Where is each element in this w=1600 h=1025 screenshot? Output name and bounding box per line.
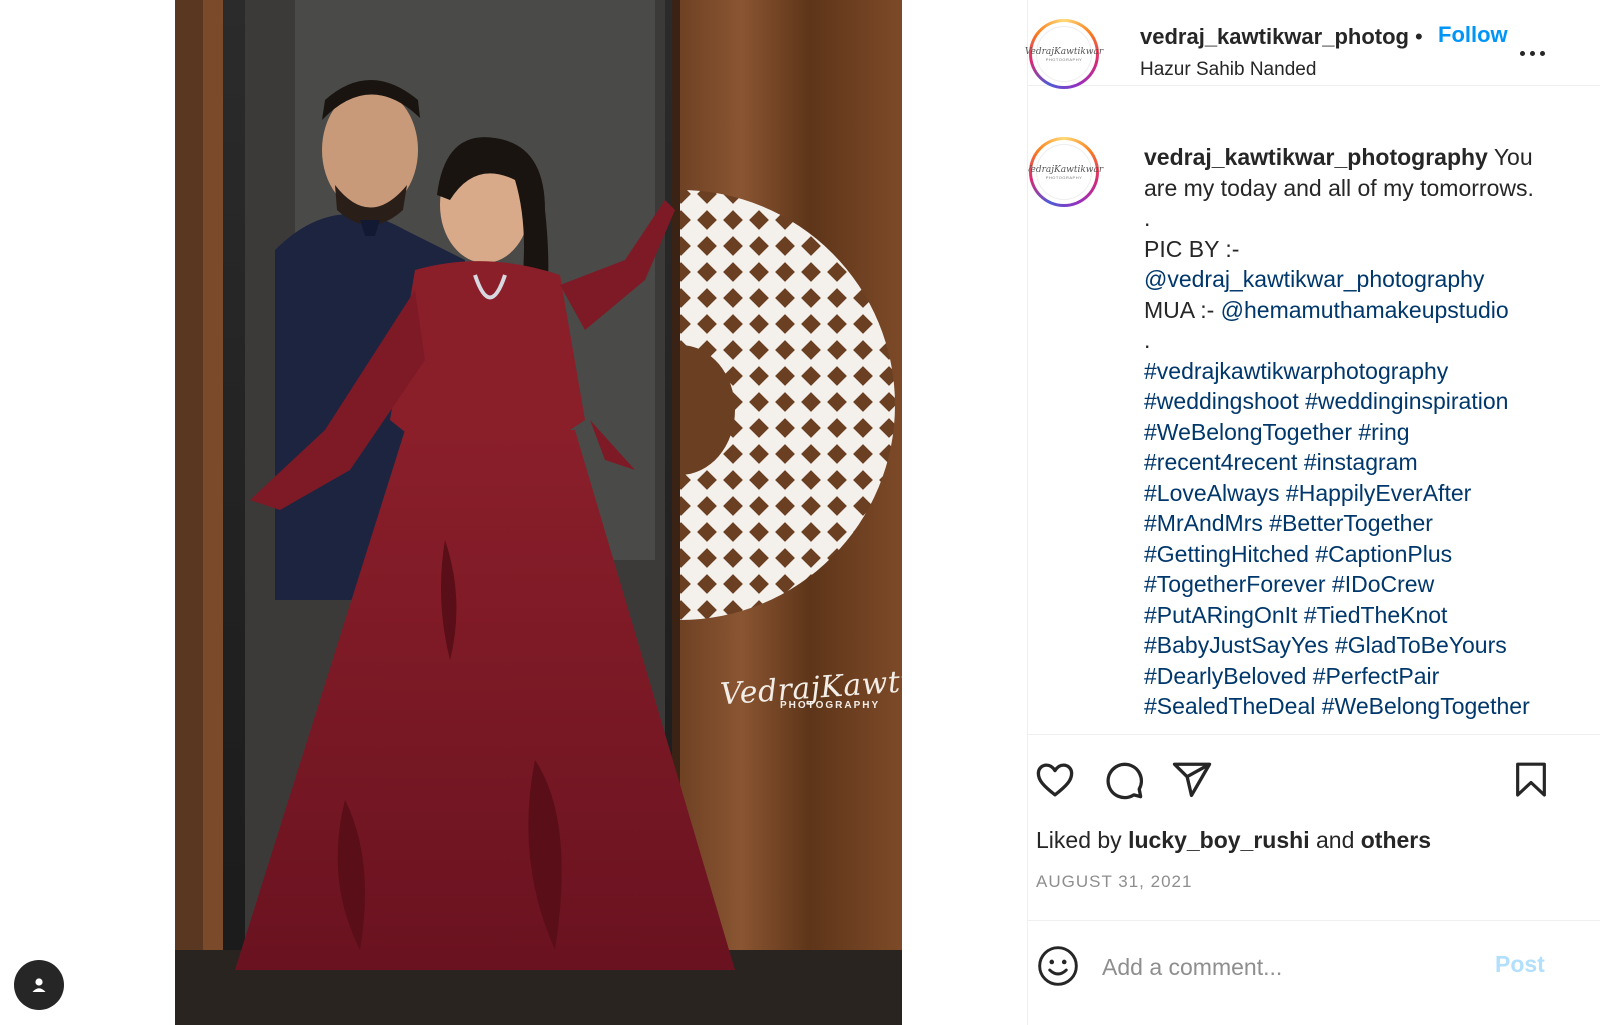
- more-options-button[interactable]: [1514, 40, 1550, 66]
- more-dot-icon: [1529, 50, 1535, 56]
- hashtag-line: #WeBelongTogether #ring: [1144, 417, 1574, 448]
- liked-prefix: Liked by: [1036, 827, 1129, 853]
- caption-mua-label: MUA :-: [1144, 296, 1221, 323]
- hashtag-link[interactable]: #IDoCrew: [1332, 571, 1434, 597]
- hashtag-link[interactable]: #PerfectPair: [1313, 663, 1440, 689]
- avatar-logo-sub: PHOTOGRAPHY: [1045, 56, 1083, 62]
- hashtag-line: #weddingshoot #weddinginspiration: [1144, 386, 1574, 417]
- hashtag-line: #GettingHitched #CaptionPlus: [1144, 539, 1574, 570]
- author-username-link[interactable]: vedraj_kawtikwar_photography: [1140, 24, 1408, 50]
- hashtag-line: #LoveAlways #HappilyEverAfter: [1144, 478, 1574, 509]
- comment-bar: Post: [1028, 920, 1600, 1025]
- hashtag-link[interactable]: #WeBelongTogether: [1322, 693, 1530, 719]
- avatar-logo-text: VedrajKawtikwar: [1028, 164, 1104, 175]
- caption-dot: .: [1144, 205, 1151, 231]
- post-side-panel: VedrajKawtikwar PHOTOGRAPHY vedraj_kawti…: [1025, 0, 1600, 1025]
- share-button[interactable]: [1169, 757, 1215, 803]
- post-comment-button[interactable]: Post: [1495, 951, 1545, 978]
- caption-dot: .: [1144, 327, 1151, 353]
- bookmark-icon: [1516, 762, 1546, 797]
- heart-icon: [1036, 763, 1074, 797]
- hashtag-link[interactable]: #SealedTheDeal: [1144, 693, 1315, 719]
- comment-icon: [1106, 762, 1143, 800]
- liked-and: and: [1309, 827, 1361, 853]
- caption-text-line: are my today and all of my tomorrows.: [1144, 174, 1534, 201]
- hashtag-list: #vedrajkawtikwarphotography #weddingshoot…: [1144, 356, 1574, 722]
- hashtag-link[interactable]: #WeBelongTogether: [1144, 419, 1352, 445]
- media-area: VedrajKawtikwar PHOTOGRAPHY: [0, 0, 1027, 1025]
- avatar-logo-text: VedrajKawtikwar: [1024, 46, 1104, 57]
- caption-pic-by: PIC BY :-: [1144, 235, 1240, 262]
- caption-author-avatar[interactable]: VedrajKawtikwar PHOTOGRAPHY: [1028, 137, 1103, 207]
- hashtag-link[interactable]: #ring: [1358, 419, 1409, 445]
- like-button[interactable]: [1032, 757, 1078, 803]
- hashtag-line: #SealedTheDeal #WeBelongTogether: [1144, 691, 1574, 722]
- header-separator: •: [1415, 24, 1423, 49]
- hashtag-line: #PutARingOnIt #TiedTheKnot: [1144, 600, 1574, 631]
- hashtag-link[interactable]: #DearlyBeloved: [1144, 663, 1306, 689]
- hashtag-link[interactable]: #instagram: [1304, 449, 1418, 475]
- post-photo-illustration: [175, 0, 902, 1025]
- avatar-inner: VedrajKawtikwar PHOTOGRAPHY: [1025, 22, 1103, 86]
- more-dot-icon: [1519, 50, 1525, 56]
- caption-username-link[interactable]: vedraj_kawtikwar_photography: [1144, 144, 1488, 170]
- follow-button[interactable]: Follow: [1438, 22, 1508, 48]
- post-date[interactable]: AUGUST 31, 2021: [1036, 872, 1192, 892]
- avatar-logo: VedrajKawtikwar PHOTOGRAPHY: [1028, 144, 1103, 200]
- author-avatar[interactable]: VedrajKawtikwar PHOTOGRAPHY: [1025, 19, 1103, 89]
- hashtag-link[interactable]: #CaptionPlus: [1315, 541, 1452, 567]
- save-button[interactable]: [1508, 757, 1554, 803]
- hashtag-link[interactable]: #vedrajkawtikwarphotography: [1144, 358, 1448, 384]
- hashtag-line: #recent4recent #instagram: [1144, 447, 1574, 478]
- hashtag-link[interactable]: #weddingshoot: [1144, 388, 1299, 414]
- emoji-icon: [1038, 946, 1078, 986]
- post-header: VedrajKawtikwar PHOTOGRAPHY vedraj_kawti…: [1025, 0, 1600, 89]
- hashtag-link[interactable]: #recent4recent: [1144, 449, 1297, 475]
- hashtag-link[interactable]: #HappilyEverAfter: [1286, 480, 1471, 506]
- caption-text-first: You: [1493, 144, 1533, 170]
- mention-link[interactable]: @vedraj_kawtikwar_photography: [1144, 264, 1574, 295]
- hashtag-link[interactable]: #GladToBeYours: [1335, 632, 1507, 658]
- hashtag-link[interactable]: #TiedTheKnot: [1304, 602, 1448, 628]
- avatar-inner: VedrajKawtikwar PHOTOGRAPHY: [1028, 140, 1103, 204]
- caption-line: vedraj_kawtikwar_photography You: [1144, 142, 1574, 173]
- person-icon: [32, 978, 46, 992]
- post-actions: Liked by lucky_boy_rushi and others AUGU…: [1028, 734, 1600, 920]
- photo-watermark-sub: PHOTOGRAPHY: [780, 700, 881, 711]
- hashtag-line: #BabyJustSayYes #GladToBeYours: [1144, 630, 1574, 661]
- hashtag-link[interactable]: #LoveAlways: [1144, 480, 1280, 506]
- caption-text: vedraj_kawtikwar_photography You are my …: [1144, 142, 1574, 722]
- caption-area: VedrajKawtikwar PHOTOGRAPHY vedraj_kawti…: [1028, 86, 1600, 734]
- location-link[interactable]: Hazur Sahib Nanded: [1140, 59, 1316, 81]
- hashtag-line: #MrAndMrs #BetterTogether: [1144, 508, 1574, 539]
- hashtag-link[interactable]: #PutARingOnIt: [1144, 602, 1297, 628]
- caption-mua-line: MUA :- @hemamuthamakeupstudio: [1144, 295, 1574, 326]
- hashtag-link[interactable]: #MrAndMrs: [1144, 510, 1263, 536]
- avatar-logo-sub: PHOTOGRAPHY: [1045, 174, 1083, 180]
- likes-summary: Liked by lucky_boy_rushi and others: [1036, 827, 1431, 854]
- account-avatar-button[interactable]: [14, 960, 64, 1010]
- avatar-logo: VedrajKawtikwar PHOTOGRAPHY: [1025, 26, 1103, 82]
- emoji-button[interactable]: [1036, 944, 1082, 990]
- mention-link[interactable]: @hemamuthamakeupstudio: [1221, 297, 1509, 323]
- hashtag-link[interactable]: #weddinginspiration: [1305, 388, 1508, 414]
- hashtag-line: #DearlyBeloved #PerfectPair: [1144, 661, 1574, 692]
- hashtag-line: #vedrajkawtikwarphotography: [1144, 356, 1574, 387]
- comment-input[interactable]: [1102, 947, 1482, 987]
- more-dot-icon: [1539, 50, 1545, 56]
- hashtag-link[interactable]: #TogetherForever: [1144, 571, 1326, 597]
- hashtag-link[interactable]: #BetterTogether: [1269, 510, 1433, 536]
- share-icon: [1172, 762, 1212, 798]
- hashtag-link[interactable]: #GettingHitched: [1144, 541, 1309, 567]
- comment-button[interactable]: [1101, 757, 1147, 803]
- liker-username-link[interactable]: lucky_boy_rushi: [1128, 827, 1310, 853]
- likes-others-link[interactable]: others: [1361, 827, 1431, 853]
- hashtag-line: #TogetherForever #IDoCrew: [1144, 569, 1574, 600]
- post-photo[interactable]: VedrajKawtikwar PHOTOGRAPHY: [175, 0, 902, 1025]
- hashtag-link[interactable]: #BabyJustSayYes: [1144, 632, 1329, 658]
